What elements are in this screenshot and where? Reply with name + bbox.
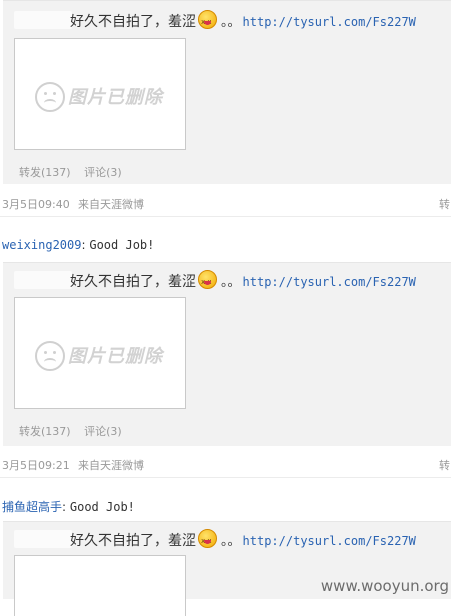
shy-emoji-icon bbox=[198, 270, 217, 292]
post-link[interactable]: http://tysurl.com/Fs227W bbox=[243, 15, 416, 29]
post-dots: 。。 bbox=[221, 534, 241, 549]
deleted-image-thumbnail[interactable]: 图片已删除 bbox=[14, 38, 186, 150]
blurred-username bbox=[14, 11, 72, 29]
repost-text-line: 好久不自拍了，羞涩 。。http://tysurl.com/Fs227W bbox=[70, 270, 416, 293]
comment-message: Good Job! bbox=[69, 500, 135, 514]
deleted-image-thumbnail[interactable] bbox=[14, 555, 186, 616]
post-text: 好久不自拍了，羞涩 bbox=[70, 14, 196, 30]
blurred-username bbox=[14, 530, 72, 548]
post-text: 好久不自拍了，羞涩 bbox=[70, 274, 196, 290]
post-source[interactable]: 来自天涯微博 bbox=[78, 196, 144, 212]
post-dots: 。。 bbox=[221, 15, 241, 30]
deleted-image-thumbnail[interactable]: 图片已删除 bbox=[14, 297, 186, 409]
deleted-image-text: 图片已删除 bbox=[68, 346, 163, 367]
sad-face-icon bbox=[35, 341, 65, 371]
forward-link[interactable]: 转发(137) bbox=[19, 425, 71, 438]
post-time[interactable]: 3月5日09:40 bbox=[2, 196, 70, 212]
comment-link[interactable]: 评论(3) bbox=[84, 425, 122, 438]
comment-line: 捕鱼超高手: Good Job! bbox=[2, 498, 135, 515]
repost-actions: 转发(137) 评论(3) bbox=[19, 164, 132, 180]
post-source[interactable]: 来自天涯微博 bbox=[78, 457, 144, 473]
post-link[interactable]: http://tysurl.com/Fs227W bbox=[243, 534, 416, 548]
post-meta-row: 3月5日09:21 来自天涯微博 转 bbox=[0, 453, 451, 478]
shy-emoji-icon bbox=[198, 10, 217, 32]
forward-button[interactable]: 转 bbox=[439, 457, 450, 473]
sad-face-icon bbox=[35, 82, 65, 112]
repost-text-line: 好久不自拍了，羞涩 。。http://tysurl.com/Fs227W bbox=[70, 529, 416, 552]
blurred-username bbox=[14, 271, 72, 289]
comment-message: Good Job! bbox=[89, 238, 155, 252]
repost-box: 好久不自拍了，羞涩 。。http://tysurl.com/Fs227W 图片已删… bbox=[3, 262, 451, 446]
repost-text-line: 好久不自拍了，羞涩 。。http://tysurl.com/Fs227W bbox=[70, 10, 416, 33]
comment-link[interactable]: 评论(3) bbox=[84, 166, 122, 179]
post-meta-row: 3月5日09:40 来自天涯微博 转 bbox=[0, 192, 451, 217]
comment-username[interactable]: weixing2009 bbox=[2, 238, 81, 252]
post-dots: 。。 bbox=[221, 275, 241, 290]
comment-colon: : bbox=[62, 500, 70, 514]
forward-link[interactable]: 转发(137) bbox=[19, 166, 71, 179]
forward-button[interactable]: 转 bbox=[439, 196, 450, 212]
post-text: 好久不自拍了，羞涩 bbox=[70, 533, 196, 549]
comment-line: weixing2009: Good Job! bbox=[2, 238, 154, 252]
shy-emoji-icon bbox=[198, 529, 217, 551]
watermark: www.wooyun.org bbox=[320, 577, 449, 595]
deleted-image-text: 图片已删除 bbox=[68, 87, 163, 108]
comment-username[interactable]: 捕鱼超高手 bbox=[2, 500, 62, 514]
repost-box: 好久不自拍了，羞涩 。。http://tysurl.com/Fs227W 图片已删… bbox=[3, 0, 451, 184]
post-time[interactable]: 3月5日09:21 bbox=[2, 457, 70, 473]
post-link[interactable]: http://tysurl.com/Fs227W bbox=[243, 275, 416, 289]
repost-actions: 转发(137) 评论(3) bbox=[19, 423, 132, 439]
